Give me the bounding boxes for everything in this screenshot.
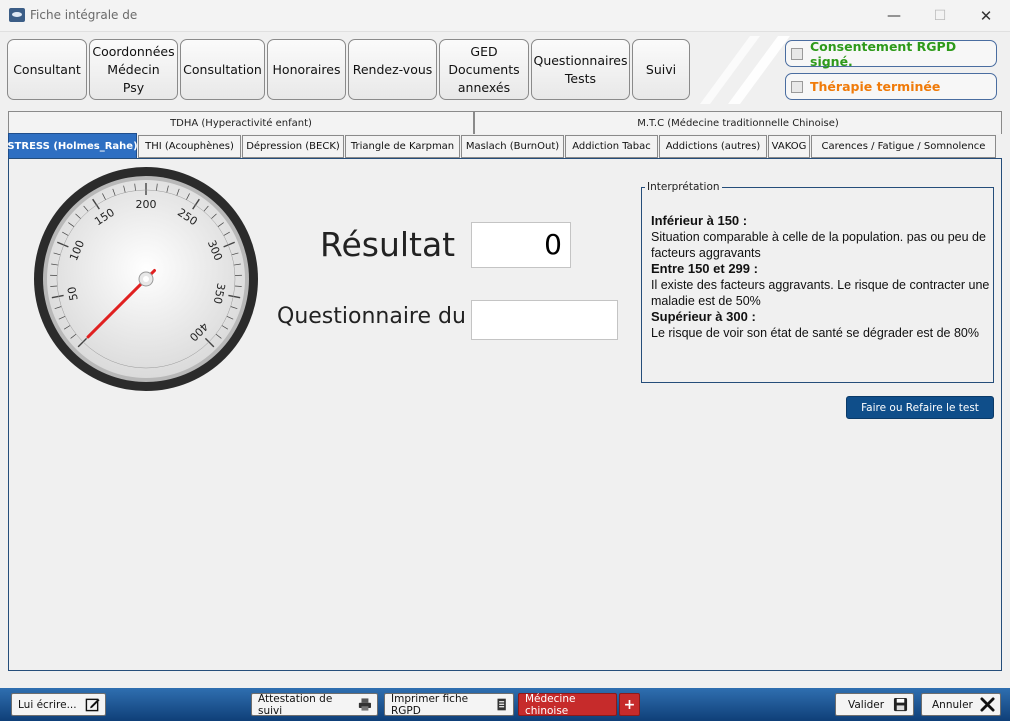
app-eye-icon: [9, 8, 25, 22]
valider-button[interactable]: Valider: [835, 693, 914, 716]
tab-thi[interactable]: THI (Acouphènes): [138, 135, 241, 158]
suivi-button[interactable]: Suivi: [632, 39, 690, 100]
rendez-vous-button[interactable]: Rendez-vous: [348, 39, 437, 100]
ged-button[interactable]: GED Documents annexés: [439, 39, 529, 100]
interpretation-text: Inférieur à 150 : Situation comparable à…: [651, 213, 991, 341]
result-label: Résultat: [320, 225, 456, 264]
minimize-button[interactable]: —: [874, 4, 914, 28]
honoraires-button[interactable]: Honoraires: [267, 39, 346, 100]
run-test-button[interactable]: Faire ou Refaire le test: [846, 396, 994, 419]
decorative-stripes: [700, 36, 790, 104]
tab-maslach[interactable]: Maslach (BurnOut): [461, 135, 564, 158]
title-bar: Fiche intégrale de — ☐ ✕: [0, 0, 1010, 32]
attestation-button[interactable]: Attestation de suivi: [251, 692, 378, 717]
write-button[interactable]: Lui écrire...: [11, 693, 106, 716]
stress-gauge: 50100150200250300350400: [34, 167, 258, 391]
consultation-button[interactable]: Consultation: [180, 39, 265, 100]
cancel-x-icon: [980, 697, 995, 712]
consultant-button[interactable]: Consultant: [7, 39, 87, 100]
rgpd-label: Consentement RGPD signé.: [810, 38, 957, 69]
gauge-hub-center: [143, 276, 149, 282]
maximize-button[interactable]: ☐: [920, 4, 960, 28]
printer-icon: [358, 698, 372, 711]
imprimer-label: Imprimer fiche RGPD: [391, 692, 469, 717]
gauge-tick-label: 50: [65, 285, 80, 301]
edit-icon: [85, 698, 100, 712]
rgpd-checkbox[interactable]: Consentement RGPD signé.: [785, 38, 997, 69]
medecine-chinoise-button[interactable]: Médecine chinoise: [518, 693, 617, 717]
interp-text-2: Il existe des facteurs aggravants. Le ri…: [651, 278, 990, 308]
result-value: 0: [471, 222, 571, 268]
tab-tabac[interactable]: Addiction Tabac: [565, 135, 658, 158]
therapie-checkbox-box[interactable]: [791, 80, 803, 93]
tab-tdha[interactable]: TDHA (Hyperactivité enfant): [8, 111, 474, 134]
therapie-checkbox[interactable]: Thérapie terminée: [785, 73, 997, 100]
gauge-tick-label: 200: [136, 198, 157, 211]
questionnaire-date-field[interactable]: [471, 300, 618, 340]
questionnaire-label: Questionnaire du: [277, 304, 466, 329]
document-icon: [497, 698, 506, 711]
coordonnees-button[interactable]: Coordonnées Médecin Psy: [89, 39, 178, 100]
interp-heading-3: Supérieur à 300 :: [651, 309, 756, 324]
imprimer-rgpd-button[interactable]: Imprimer fiche RGPD: [384, 692, 514, 717]
annuler-label: Annuler: [932, 698, 973, 711]
attestation-label: Attestation de suivi: [258, 692, 333, 717]
annuler-button[interactable]: Annuler: [921, 693, 1001, 716]
tab-carences[interactable]: Carences / Fatigue / Somnolence: [811, 135, 996, 158]
tab-stress[interactable]: STRESS (Holmes_Rahe): [7, 133, 138, 159]
tab-addictions[interactable]: Addictions (autres): [659, 135, 767, 158]
tab-vakog[interactable]: VAKOG: [768, 135, 810, 158]
save-icon: [893, 697, 908, 712]
tab-depression[interactable]: Dépression (BECK): [242, 135, 344, 158]
close-window-button[interactable]: ✕: [966, 4, 1006, 28]
tab-mtc[interactable]: M.T.C (Médecine traditionnelle Chinoise): [474, 111, 1002, 134]
add-button[interactable]: +: [619, 693, 640, 716]
interpretation-legend: Interprétation: [645, 181, 722, 193]
write-label: Lui écrire...: [18, 698, 77, 711]
interp-text-1: Situation comparable à celle de la popul…: [651, 230, 986, 260]
interp-text-3: Le risque de voir son état de santé se d…: [651, 326, 979, 340]
rgpd-checkbox-box[interactable]: [791, 47, 803, 60]
interp-heading-2: Entre 150 et 299 :: [651, 261, 758, 276]
interp-heading-1: Inférieur à 150 :: [651, 213, 748, 228]
therapie-label: Thérapie terminée: [810, 79, 941, 94]
questionnaires-button[interactable]: Questionnaires Tests: [531, 39, 630, 100]
valider-label: Valider: [848, 698, 885, 711]
window-title: Fiche intégrale de: [30, 8, 138, 22]
tab-karpman[interactable]: Triangle de Karpman: [345, 135, 460, 158]
